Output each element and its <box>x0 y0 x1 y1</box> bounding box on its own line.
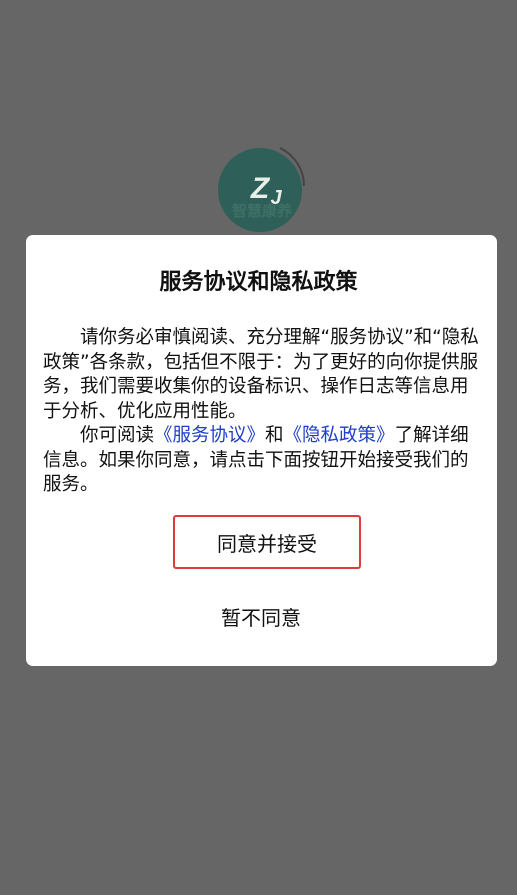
privacy-policy-link[interactable]: 《隐私政策》 <box>284 425 395 446</box>
agree-accept-button[interactable]: 同意并接受 <box>173 515 361 569</box>
dialog-paragraph-2: 你可阅读《服务协议》和《隐私政策》了解详细信息。如果你同意，请点击下面按钮开始接… <box>43 424 480 498</box>
service-agreement-link[interactable]: 《服务协议》 <box>154 425 265 446</box>
paragraph-2-prefix: 你可阅读 <box>80 425 155 446</box>
decline-button[interactable]: 暂不同意 <box>173 596 349 636</box>
dialog-title: 服务协议和隐私政策 <box>159 270 358 295</box>
dialog-body: 请你务必审慎阅读、充分理解“服务协议”和“隐私政策”各条款，包括但不限于：为了更… <box>43 326 480 498</box>
dialog-paragraph-1: 请你务必审慎阅读、充分理解“服务协议”和“隐私政策”各条款，包括但不限于：为了更… <box>43 327 479 422</box>
paragraph-2-and: 和 <box>265 425 284 446</box>
logo-text: 智慧康养 <box>231 202 292 220</box>
screen: Z J 智慧康养 服务协议和隐私政策 请你务必审慎阅读、充分理解“服务协议”和“… <box>0 0 517 895</box>
